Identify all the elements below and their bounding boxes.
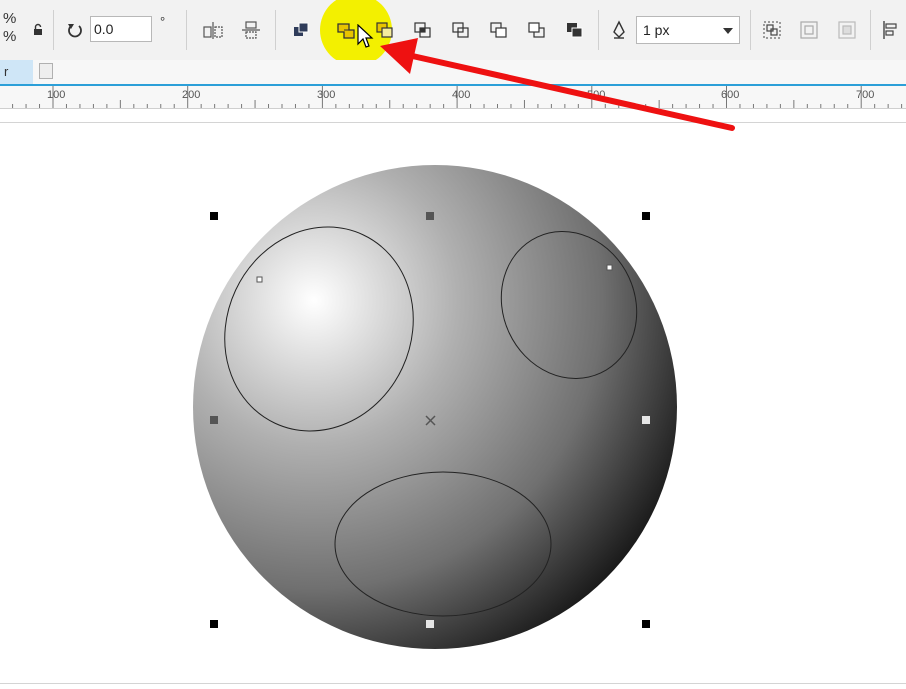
scale-y-percent: % <box>3 28 17 45</box>
selection-handle-bottom-middle[interactable] <box>426 620 434 628</box>
create-boundary-icon[interactable] <box>562 17 588 43</box>
page-border-bottom <box>0 683 906 684</box>
mouse-cursor-icon <box>356 24 374 50</box>
gradient-sphere[interactable] <box>193 165 677 649</box>
ungroup-icon[interactable] <box>796 17 822 43</box>
trim-icon[interactable] <box>372 17 398 43</box>
ungroup-all-icon[interactable] <box>834 17 860 43</box>
mirror-vertical-icon[interactable] <box>238 17 264 43</box>
node-handle[interactable] <box>606 264 613 271</box>
combine-icon[interactable] <box>288 17 314 43</box>
outline-width-value: 1 px <box>643 22 670 38</box>
ruler-label-300: 300 <box>317 89 336 101</box>
ruler-label-400: 400 <box>452 89 471 101</box>
selection-handle-top-left[interactable] <box>210 212 218 220</box>
ruler-label-500: 500 <box>587 89 606 101</box>
property-bar: % % ° 1 px <box>0 0 906 66</box>
outline-pen-icon[interactable] <box>606 17 632 43</box>
rotation-degree-unit: ° <box>160 14 166 29</box>
selection-handle-top-right[interactable] <box>642 212 650 220</box>
document-tab-bar: r <box>0 60 906 86</box>
horizontal-ruler[interactable]: 100 200 300 400 500 600 700 <box>0 86 906 109</box>
intersect-icon[interactable] <box>410 17 436 43</box>
simplify-icon[interactable] <box>448 17 474 43</box>
ruler-label-100: 100 <box>47 89 66 101</box>
group-icon[interactable] <box>759 17 785 43</box>
selection-handle-middle-left[interactable] <box>210 416 218 424</box>
mirror-horizontal-icon[interactable] <box>200 17 226 43</box>
align-distribute-icon[interactable] <box>878 17 904 43</box>
document-tab[interactable]: r <box>0 60 33 84</box>
document-tab-label: r <box>4 64 9 79</box>
back-minus-front-icon[interactable] <box>524 17 550 43</box>
lock-ratio-icon[interactable] <box>25 17 51 43</box>
scale-percent-labels: % % <box>3 10 16 46</box>
outline-width-select[interactable]: 1 px <box>636 16 740 44</box>
selection-handle-bottom-right[interactable] <box>642 620 650 628</box>
front-minus-back-icon[interactable] <box>486 17 512 43</box>
rotate-icon <box>62 17 88 43</box>
node-handle[interactable] <box>256 276 263 283</box>
rotation-angle-input[interactable] <box>90 16 152 42</box>
drawing-canvas[interactable] <box>0 109 906 683</box>
ruler-label-700: 700 <box>856 89 875 101</box>
chevron-down-icon <box>723 28 733 34</box>
scale-x-percent: % <box>3 10 17 27</box>
new-document-tab[interactable] <box>39 63 53 79</box>
selection-handle-top-middle[interactable] <box>426 212 434 220</box>
selection-handle-bottom-left[interactable] <box>210 620 218 628</box>
ruler-label-200: 200 <box>182 89 201 101</box>
selection-handle-middle-right[interactable] <box>642 416 650 424</box>
ruler-label-600: 600 <box>721 89 740 101</box>
